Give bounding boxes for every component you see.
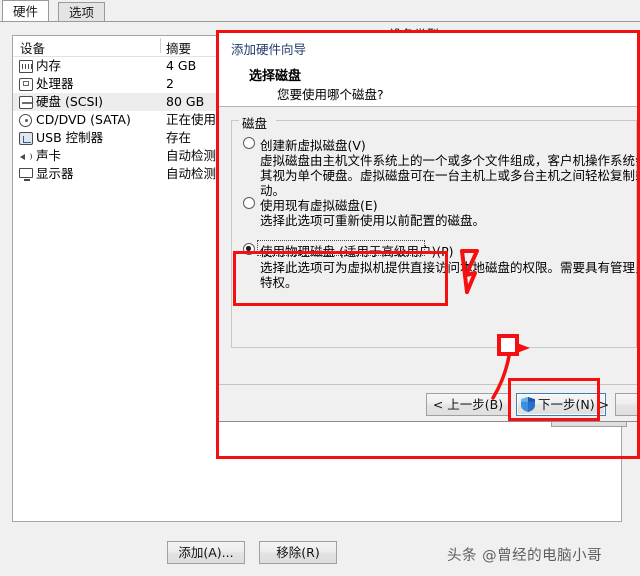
processor-icon — [19, 78, 33, 91]
column-header-device[interactable]: 设备 — [20, 38, 45, 57]
sound-icon — [19, 150, 33, 163]
tab-options[interactable]: 选项 — [58, 2, 106, 22]
cddvd-icon — [19, 114, 32, 127]
device-name: USB 控制器 — [36, 130, 104, 145]
harddisk-icon — [19, 96, 33, 109]
physical-disk-highlight-rect — [233, 251, 448, 306]
device-name: 声卡 — [36, 148, 62, 163]
tab-hardware[interactable]: 硬件 — [2, 0, 50, 23]
device-summary: 存在 — [166, 130, 192, 145]
add-device-button[interactable]: 添加(A)... — [167, 541, 245, 564]
device-summary: 4 GB — [166, 58, 197, 73]
device-summary: 80 GB — [166, 94, 205, 109]
device-name: 处理器 — [36, 76, 74, 91]
tab-hardware-label: 硬件 — [13, 4, 39, 19]
device-summary: 2 — [166, 76, 174, 91]
usb-icon — [19, 132, 33, 145]
remove-device-button[interactable]: 移除(R) — [259, 541, 337, 564]
column-divider[interactable] — [160, 38, 161, 53]
device-summary: 自动检测 — [166, 148, 217, 163]
device-name: 硬盘 (SCSI) — [36, 94, 104, 109]
device-name: CD/DVD (SATA) — [36, 112, 131, 127]
watermark: 头条 @曾经的电脑小哥 — [447, 548, 603, 564]
tab-strip: 硬件 选项 — [0, 0, 640, 23]
down-arrow-mark — [460, 249, 479, 294]
cursor-pointer-mark — [491, 334, 530, 400]
display-icon — [19, 168, 33, 181]
device-summary: 自动检测 — [166, 166, 217, 181]
memory-icon — [19, 60, 33, 73]
device-name: 显示器 — [36, 166, 74, 181]
column-header-summary[interactable]: 摘要 — [166, 38, 191, 57]
tab-options-label: 选项 — [69, 5, 95, 20]
device-name: 内存 — [36, 58, 62, 73]
